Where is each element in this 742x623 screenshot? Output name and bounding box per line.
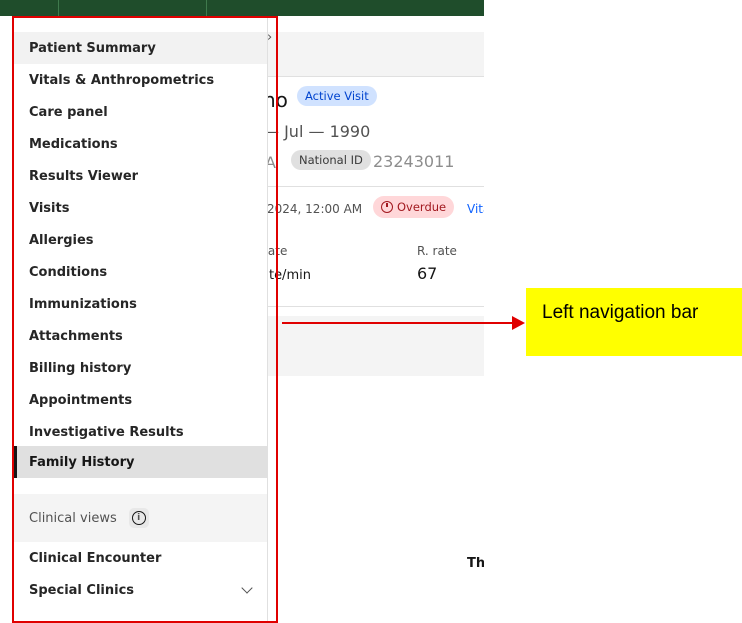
national-id-value: 23243011 <box>373 152 455 171</box>
patient-main-content: › no Active Visit — Jul — 1990 A Nationa… <box>267 16 484 623</box>
r-rate-label: R. rate <box>417 244 457 258</box>
nav-item-special-clinics[interactable]: Special Clinics <box>14 574 267 606</box>
nav-item-patient-summary[interactable]: Patient Summary <box>14 32 267 64</box>
annotation-callout: Left navigation bar <box>526 288 742 356</box>
patient-gender: A <box>267 153 276 172</box>
clinical-views-label: Clinical views <box>29 510 117 526</box>
app-header-bar <box>0 0 484 16</box>
nav-item-visits[interactable]: Visits <box>14 192 267 224</box>
rate-label: rate <box>267 244 288 258</box>
nav-item-billing-history[interactable]: Billing history <box>14 352 267 384</box>
overdue-badge: Overdue <box>373 196 455 218</box>
nav-item-allergies[interactable]: Allergies <box>14 224 267 256</box>
nav-item-results-viewer[interactable]: Results Viewer <box>14 160 267 192</box>
overdue-label: Overdue <box>397 200 447 214</box>
nav-item-attachments[interactable]: Attachments <box>14 320 267 352</box>
info-icon[interactable]: i <box>128 508 149 528</box>
clinical-views-header: Clinical views i <box>14 494 267 542</box>
divider <box>267 306 484 307</box>
vitals-link[interactable]: Vita <box>467 202 484 216</box>
nav-item-appointments[interactable]: Appointments <box>14 384 267 416</box>
patient-name: no <box>267 88 288 112</box>
content-band <box>267 316 484 376</box>
nav-item-vitals[interactable]: Vitals & Anthropometrics <box>14 64 267 96</box>
nav-item-clinical-encounter[interactable]: Clinical Encounter <box>14 542 267 574</box>
divider <box>267 186 484 187</box>
r-rate-value: 67 <box>417 264 438 283</box>
annotation-arrow-head-icon <box>512 316 525 330</box>
header-divider <box>206 0 207 16</box>
nav-item-investigative-results[interactable]: Investigative Results <box>14 416 267 448</box>
annotation-arrow-line <box>282 322 514 324</box>
nav-item-medications[interactable]: Medications <box>14 128 267 160</box>
rate-value: ate/min <box>267 268 311 283</box>
content-heading: Th <box>467 556 484 571</box>
nav-item-conditions[interactable]: Conditions <box>14 256 267 288</box>
vitals-date: 2024, 12:00 AM <box>267 202 363 216</box>
nav-item-special-clinics-label: Special Clinics <box>29 582 135 598</box>
divider <box>267 76 484 77</box>
patient-dob: — Jul — 1990 <box>267 122 371 141</box>
header-divider <box>58 0 59 16</box>
active-visit-badge: Active Visit <box>297 86 377 106</box>
chevron-down-icon[interactable] <box>241 582 253 594</box>
nav-item-care-panel[interactable]: Care panel <box>14 96 267 128</box>
breadcrumb-band <box>267 32 484 76</box>
left-navigation-bar: Patient Summary Vitals & Anthropometrics… <box>14 16 268 623</box>
nav-item-family-history[interactable]: Family History <box>14 446 267 478</box>
nav-item-immunizations[interactable]: Immunizations <box>14 288 267 320</box>
national-id-label: National ID <box>291 150 371 170</box>
clock-icon <box>381 201 393 213</box>
